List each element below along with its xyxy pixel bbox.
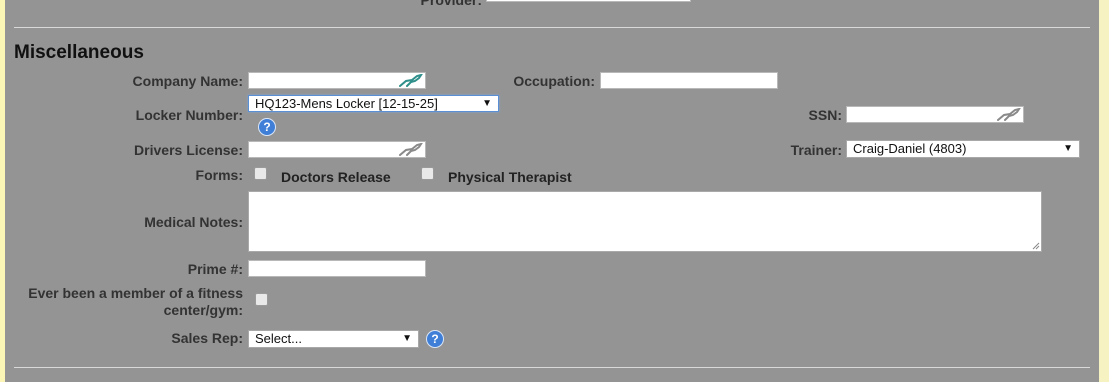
fitness-member-label: Ever been a member of a fitness center/g… bbox=[28, 285, 243, 318]
company-name-input[interactable] bbox=[248, 72, 426, 89]
occupation-input[interactable] bbox=[600, 72, 778, 89]
locker-number-select[interactable]: HQ123-Mens Locker [12-15-25] ▼ bbox=[248, 95, 499, 112]
fitness-member-checkbox[interactable] bbox=[255, 293, 268, 306]
gazelle-autofill-icon[interactable] bbox=[398, 74, 424, 88]
help-circle-icon[interactable]: ? bbox=[426, 330, 444, 348]
physical-therapist-label: Physical Therapist bbox=[448, 169, 572, 185]
medical-notes-textarea[interactable] bbox=[248, 191, 1042, 252]
drivers-license-label: Drivers License: bbox=[134, 142, 243, 158]
chevron-down-icon: ▼ bbox=[482, 98, 492, 109]
sales-rep-label: Sales Rep: bbox=[171, 330, 243, 346]
chevron-down-icon: ▼ bbox=[402, 333, 412, 344]
trainer-value: Craig-Daniel (4803) bbox=[853, 141, 967, 156]
sales-rep-select[interactable]: Select... ▼ bbox=[248, 330, 419, 348]
forms-label: Forms: bbox=[195, 167, 243, 183]
drivers-license-input[interactable] bbox=[248, 141, 426, 158]
ssn-input[interactable] bbox=[846, 106, 1024, 123]
gazelle-autofill-icon[interactable] bbox=[996, 108, 1022, 122]
panel-right-border bbox=[1099, 0, 1109, 382]
physical-therapist-checkbox[interactable] bbox=[421, 167, 434, 180]
company-name-label: Company Name: bbox=[132, 73, 243, 89]
trainer-label: Trainer: bbox=[790, 142, 842, 158]
prime-label: Prime #: bbox=[187, 261, 243, 277]
locker-number-label: Locker Number: bbox=[135, 107, 243, 123]
doctors-release-checkbox[interactable] bbox=[254, 167, 267, 180]
sales-rep-value: Select... bbox=[255, 331, 302, 346]
resize-grip-icon[interactable] bbox=[1032, 242, 1040, 250]
medical-notes-label: Medical Notes: bbox=[144, 214, 243, 230]
help-circle-icon[interactable]: ? bbox=[258, 118, 276, 136]
prime-input[interactable] bbox=[248, 260, 426, 277]
provider-field[interactable] bbox=[486, 0, 691, 2]
section-divider-bottom bbox=[14, 367, 1090, 368]
gazelle-autofill-icon[interactable] bbox=[398, 143, 424, 157]
provider-label: Provider: bbox=[420, 0, 482, 8]
occupation-label: Occupation: bbox=[513, 73, 595, 89]
chevron-down-icon: ▼ bbox=[1063, 143, 1073, 154]
section-divider-top bbox=[14, 27, 1090, 28]
locker-number-value: HQ123-Mens Locker [12-15-25] bbox=[255, 96, 438, 111]
form-panel: Provider: Miscellaneous Company Name: Oc… bbox=[0, 0, 1109, 382]
ssn-label: SSN: bbox=[808, 107, 842, 123]
section-title: Miscellaneous bbox=[14, 42, 144, 63]
trainer-select[interactable]: Craig-Daniel (4803) ▼ bbox=[846, 140, 1080, 158]
doctors-release-label: Doctors Release bbox=[281, 169, 391, 185]
panel-left-border bbox=[0, 0, 5, 382]
